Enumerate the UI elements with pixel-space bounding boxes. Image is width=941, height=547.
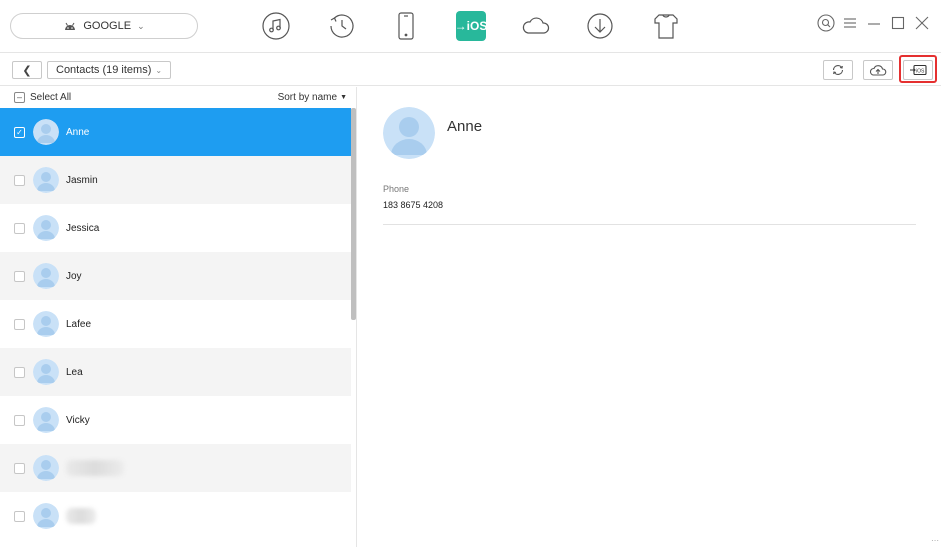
cloud-icon — [522, 17, 550, 34]
contact-row[interactable]: Joy — [0, 252, 351, 300]
back-button[interactable]: ❮ — [12, 61, 42, 79]
avatar-icon — [33, 407, 59, 433]
avatar-icon — [33, 215, 59, 241]
phone-icon — [398, 12, 414, 40]
nav-history[interactable] — [324, 8, 360, 44]
contact-list-panel: – Select All Sort by name ▼ ✓ Anne Jasmi… — [0, 87, 357, 547]
top-bar: GOOGLE ⌄ →iOS — [0, 0, 941, 52]
refresh-icon — [832, 65, 844, 75]
contact-checkbox[interactable] — [14, 366, 25, 378]
avatar-icon — [33, 263, 59, 289]
nav-cloud[interactable] — [518, 8, 554, 44]
cloud-upload-icon — [869, 65, 887, 76]
contact-checkbox[interactable] — [14, 174, 25, 186]
avatar-icon — [33, 167, 59, 193]
to-ios-icon: →iOS — [454, 19, 488, 33]
contact-checkbox[interactable] — [14, 414, 25, 426]
select-all-toggle[interactable]: – Select All — [14, 92, 71, 103]
sort-label: Sort by name — [277, 92, 338, 103]
contact-row[interactable]: Lea — [0, 348, 351, 396]
close-icon — [915, 16, 929, 30]
contact-row[interactable]: Jasmin — [0, 156, 351, 204]
nav-device[interactable] — [388, 8, 424, 44]
device-name: GOOGLE — [83, 20, 132, 32]
maximize-icon — [891, 16, 905, 30]
contact-detail-name: Anne — [447, 118, 483, 135]
avatar-icon — [33, 311, 59, 337]
search-button[interactable] — [817, 14, 835, 32]
contact-row[interactable]: Vicky — [0, 396, 351, 444]
caret-down-icon: ▼ — [340, 94, 347, 101]
history-icon — [330, 14, 354, 38]
category-dropdown[interactable]: Contacts (19 items) ⌄ — [47, 61, 172, 79]
avatar-icon — [33, 455, 59, 481]
avatar-icon — [383, 107, 435, 159]
contact-checkbox[interactable] — [14, 510, 25, 522]
minimize-button[interactable] — [865, 14, 883, 32]
avatar-icon — [33, 359, 59, 385]
list-header: – Select All Sort by name ▼ — [0, 87, 356, 109]
chevron-down-icon: ⌄ — [155, 65, 163, 75]
contact-row[interactable]: Lafee — [0, 300, 351, 348]
sort-dropdown[interactable]: Sort by name ▼ — [278, 92, 347, 103]
contact-name: Anne — [66, 126, 90, 138]
menu-icon — [844, 18, 856, 28]
avatar-icon — [33, 503, 59, 529]
blurred-contact-name — [66, 460, 124, 476]
divider — [383, 224, 916, 225]
blurred-contact-name — [66, 508, 96, 524]
nav-music[interactable] — [258, 8, 294, 44]
contact-checkbox[interactable] — [14, 270, 25, 282]
nav-to-ios[interactable]: →iOS — [454, 11, 488, 41]
nav-download[interactable] — [582, 8, 618, 44]
nav-toolkit[interactable] — [648, 8, 684, 44]
contact-name: Lea — [66, 366, 83, 378]
contact-name: Lafee — [66, 318, 92, 330]
contact-name: Jessica — [66, 222, 100, 234]
contact-list: ✓ Anne Jasmin Jessica Joy Lafee Lea Vick… — [0, 108, 351, 540]
chevron-down-icon: ⌄ — [137, 20, 145, 31]
contact-name: Joy — [66, 270, 82, 282]
contact-row[interactable] — [0, 492, 351, 540]
category-bar: ❮ Contacts (19 items) ⌄ iOS — [0, 52, 941, 86]
contact-row[interactable] — [0, 444, 351, 492]
contact-name: Jasmin — [66, 174, 98, 186]
contact-row[interactable]: Jessica — [0, 204, 351, 252]
phone-label: Phone — [383, 184, 410, 194]
contact-name: Vicky — [66, 414, 90, 426]
contact-checkbox[interactable] — [14, 222, 25, 234]
contact-checkbox[interactable] — [14, 462, 25, 474]
device-selector[interactable]: GOOGLE ⌄ — [10, 13, 198, 39]
avatar-icon — [33, 119, 59, 145]
resize-grip-icon[interactable]: ⋯ — [931, 536, 939, 545]
download-icon — [587, 13, 613, 39]
select-all-checkbox[interactable]: – — [14, 92, 25, 103]
maximize-button[interactable] — [889, 14, 907, 32]
select-all-label: Select All — [30, 92, 72, 103]
window-controls — [817, 14, 931, 32]
tshirt-icon — [654, 14, 678, 39]
close-button[interactable] — [913, 14, 931, 32]
contact-row[interactable]: ✓ Anne — [0, 108, 351, 156]
contact-detail-panel: Anne Phone 183 8675 4208 ⋯ — [358, 87, 941, 547]
upload-to-cloud-button[interactable] — [863, 60, 893, 80]
phone-value: 183 8675 4208 — [383, 200, 444, 210]
contact-checkbox[interactable] — [14, 318, 25, 330]
contact-checkbox[interactable]: ✓ — [14, 126, 25, 138]
search-icon — [817, 14, 835, 32]
annotation-highlight-box — [899, 55, 937, 83]
minimize-icon — [868, 23, 880, 25]
refresh-button[interactable] — [823, 60, 853, 80]
menu-button[interactable] — [841, 14, 859, 32]
chevron-left-icon: ❮ — [22, 64, 32, 77]
list-scrollbar[interactable] — [351, 108, 356, 320]
android-icon — [65, 22, 76, 30]
category-dropdown-label: Contacts (19 items) — [56, 64, 152, 76]
music-icon — [262, 12, 290, 40]
